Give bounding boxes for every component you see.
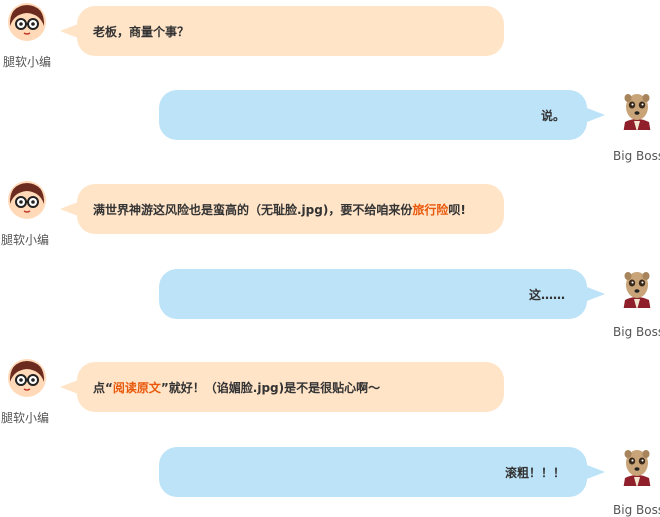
editor-avatar-icon <box>7 2 47 42</box>
sender-name: Big Boss <box>613 503 660 517</box>
bubble-tail <box>587 287 605 301</box>
message-bubble: 说。 <box>159 90 605 140</box>
message-text: 这…… <box>528 287 565 302</box>
editor-avatar-icon <box>7 180 47 220</box>
message-bubble: 老板，商量个事？ <box>60 6 504 56</box>
read-original-link[interactable]: 阅读原文 <box>113 379 161 396</box>
message-bubble: 点“ 阅读原文 ”就好！（谄媚脸.jpg)是不是很贴心啊～ <box>60 362 504 412</box>
boss-avatar-icon <box>617 446 657 486</box>
message-text: 呗! <box>448 202 466 217</box>
message-text: 满世界神游这风险也是蛮高的（无耻脸.jpg)，要不给咱来份 <box>93 202 413 217</box>
bubble-tail <box>587 108 605 122</box>
travel-insurance-link[interactable]: 旅行险 <box>412 201 448 218</box>
message-text: ”就好！（谄媚脸.jpg)是不是很贴心啊～ <box>160 380 381 395</box>
boss-avatar-icon <box>617 90 657 130</box>
message-bubble: 滚粗！！！ <box>159 447 605 497</box>
sender-name: 腿软小编 <box>3 55 52 69</box>
bubble-tail <box>60 380 78 394</box>
bubble-tail <box>60 24 78 38</box>
message-text: 说。 <box>540 108 565 123</box>
sender-name: 腿软小编 <box>1 233 50 247</box>
message-bubble: 这…… <box>159 269 605 319</box>
sender-name: Big Boss <box>613 325 660 339</box>
message-text: 老板，商量个事？ <box>93 24 190 39</box>
sender-name: 腿软小编 <box>1 411 50 425</box>
bubble-tail <box>60 202 78 216</box>
bubble-tail <box>587 465 605 479</box>
message-bubble: 满世界神游这风险也是蛮高的（无耻脸.jpg)，要不给咱来份 旅行险 呗! <box>60 184 504 234</box>
message-text: 点“ <box>93 380 113 395</box>
message-text: 滚粗！！！ <box>504 465 565 480</box>
boss-avatar-icon <box>617 268 657 308</box>
sender-name: Big Boss <box>613 149 660 163</box>
editor-avatar-icon <box>7 358 47 398</box>
